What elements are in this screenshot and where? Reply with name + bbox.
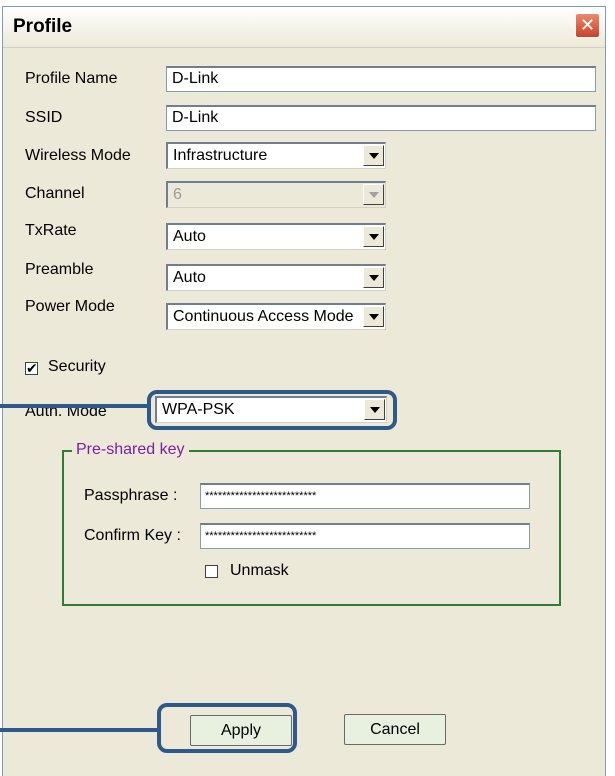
security-label: Security <box>48 358 106 375</box>
close-button[interactable]: ✕ <box>575 13 600 38</box>
ssid-label: SSID <box>25 109 63 126</box>
preshared-key-title: Pre-shared key <box>72 441 189 459</box>
power-mode-label: Power Mode <box>25 298 115 315</box>
profile-name-input[interactable]: D-Link <box>166 66 596 92</box>
unmask-label: Unmask <box>230 562 289 579</box>
preamble-select[interactable]: Auto <box>166 264 386 291</box>
auth-mode-highlight <box>147 390 397 430</box>
power-mode-value: Continuous Access Mode <box>173 308 354 325</box>
checkmark-icon: ✔ <box>26 360 38 376</box>
confirm-key-input[interactable]: ************************** <box>200 523 530 549</box>
chevron-down-icon[interactable] <box>363 306 384 327</box>
chevron-down-icon[interactable] <box>363 145 384 166</box>
callout-line-apply <box>0 728 160 732</box>
passphrase-label: Passphrase : <box>84 487 178 504</box>
channel-select: 6 <box>166 181 386 208</box>
ssid-input[interactable]: D-Link <box>166 105 596 131</box>
preamble-value: Auto <box>173 269 206 286</box>
confirm-key-label: Confirm Key : <box>84 527 181 544</box>
power-mode-select[interactable]: Continuous Access Mode <box>166 303 386 330</box>
cancel-button[interactable]: Cancel <box>344 714 446 745</box>
chevron-down-icon[interactable] <box>363 267 384 288</box>
txrate-value: Auto <box>173 228 206 245</box>
preamble-label: Preamble <box>25 261 94 278</box>
channel-label: Channel <box>25 185 85 202</box>
channel-value: 6 <box>173 186 182 203</box>
passphrase-input[interactable]: ************************** <box>200 483 530 509</box>
txrate-label: TxRate <box>25 222 77 239</box>
callout-line-auth <box>0 404 150 408</box>
dialog-title: Profile <box>13 16 73 37</box>
chevron-down-icon[interactable] <box>363 226 384 247</box>
title-bar: Profile ✕ <box>3 7 605 48</box>
chevron-down-icon <box>363 184 384 205</box>
profile-name-label: Profile Name <box>25 70 118 87</box>
security-checkbox[interactable]: ✔ <box>25 360 38 376</box>
wireless-mode-value: Infrastructure <box>173 147 268 164</box>
wireless-mode-label: Wireless Mode <box>25 147 131 164</box>
wireless-mode-select[interactable]: Infrastructure <box>166 142 386 169</box>
apply-highlight <box>157 703 297 753</box>
txrate-select[interactable]: Auto <box>166 223 386 250</box>
unmask-checkbox[interactable] <box>205 565 218 578</box>
